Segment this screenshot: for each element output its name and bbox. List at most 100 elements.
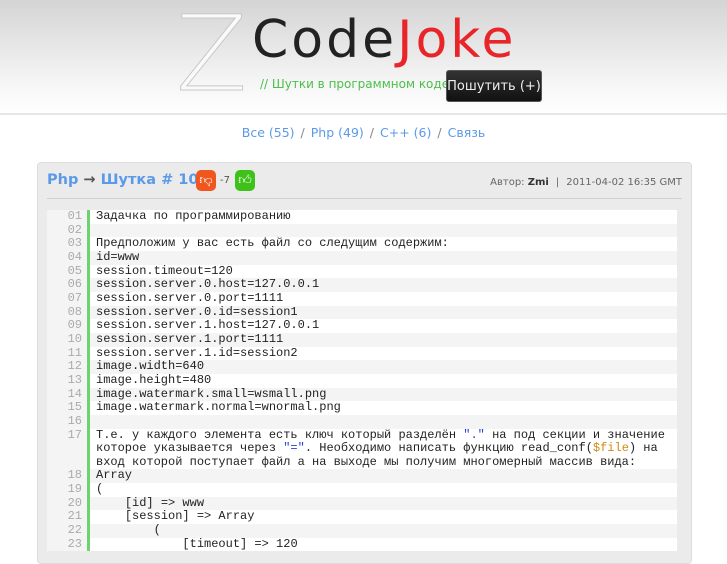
meta-separator: | [555,177,560,188]
code-text: ( [96,482,104,497]
post-date: 2011-04-02 16:35 GMT [566,177,682,188]
line-number: 19 [47,482,90,497]
code-line: 20 [id] => www [47,495,677,511]
line-text: session.timeout=120 [90,264,677,279]
line-text: session.server.1.host=127.0.0.1 [90,318,677,333]
line-text: session.server.1.id=session2 [90,345,677,361]
code-text: Задачка по программированию [96,209,291,223]
code-text: session.server.0.port=1111 [96,290,284,305]
code-line: 03 Предположим у вас есть файл со следущи… [47,236,677,251]
line-number: 17 [47,428,90,470]
code-line: 14 image.watermark.small=wsmall.png [47,386,677,402]
arrow: → [83,172,96,188]
line-number: 16 [47,414,90,429]
code-line: 07 session.server.0.port=1111 [47,290,677,306]
line-text: ( [90,482,677,497]
author: Zmi [527,177,549,188]
code-line: 13 image.height=480 [47,372,677,388]
code-text: Т.е. у каждого элемента есть ключ которы… [96,427,464,442]
line-number: 14 [47,387,90,402]
code-line: 08 session.server.0.id=session1 [47,305,677,320]
line-text: image.watermark.small=wsmall.png [90,386,677,402]
line-number: 02 [47,223,90,238]
code-line: 19 ( [47,482,677,497]
line-text: image.height=480 [90,372,677,388]
code-text: ( [96,523,161,538]
line-number: 21 [47,510,90,525]
code-line: 12 image.width=640 [47,359,677,374]
code-line: 10 session.server.1.port=1111 [47,331,677,347]
line-text: session.server.0.port=1111 [90,290,677,306]
code-line: 15 image.watermark.normal=wnormal.png [47,400,677,415]
line-number: 06 [47,278,90,292]
code-text: [timeout] => 120 [96,536,298,551]
thumbs-down-icon[interactable]: 👎︎ [196,170,216,191]
post-title: Php → Шутка # 104 [47,172,209,188]
brand-code: Code [252,10,398,70]
line-number: 09 [47,319,90,333]
joke-link[interactable]: Шутка # 104 [101,172,209,188]
line-number: 07 [47,291,90,306]
code-text: session.server.1.id=session2 [96,345,298,360]
code-text: image.height=480 [96,372,212,387]
line-text: session.server.0.host=127.0.0.1 [90,277,677,292]
nav-cpp[interactable]: C++ (6) [380,125,431,140]
nav-php[interactable]: Php (49) [311,125,364,140]
line-number: 12 [47,360,90,374]
code-text: session.server.1.host=127.0.0.1 [96,318,320,333]
code-line: 18 Array [47,469,677,484]
code-text: image.width=640 [96,359,205,374]
line-text: [session] => Array [90,510,677,524]
code-line: 21 [session] => Array [47,510,677,525]
code-text: Предположим у вас есть файл со следущим … [96,236,449,251]
line-text [90,415,677,429]
score: -7 [220,175,230,186]
category-link[interactable]: Php [47,172,78,188]
code-block: 01 Задачка по программированию 02 03 Предпо… [47,209,677,552]
line-number: 10 [47,332,90,347]
brand-logo[interactable]: CodeJoke [252,10,517,70]
line-text: image.width=640 [90,359,677,374]
line-text: Задачка по программированию [90,209,677,224]
code-line: 06 session.server.0.host=127.0.0.1 [47,277,677,292]
code-line: 05 session.timeout=120 [47,264,677,279]
nav-all[interactable]: Все (55) [242,125,295,140]
add-joke-button[interactable]: Пошутить (+) [446,70,542,102]
code-line: 02 [47,223,677,238]
author-label: Автор: [490,177,525,188]
line-text: session.server.1.port=1111 [90,331,677,347]
code-text: [id] => www [96,495,205,510]
line-text: Т.е. у каждого элемента есть ключ которы… [90,427,677,470]
line-number: 03 [47,237,90,251]
line-number: 01 [47,209,90,224]
line-number: 15 [47,401,90,415]
line-text: [id] => www [90,495,677,511]
code-text: id=www [96,249,140,264]
line-number: 08 [47,305,90,320]
nav-separator: / [437,125,442,140]
code-line: 16 [47,414,677,429]
code-line: 04 id=www [47,249,677,265]
brand-joke: Joke [397,10,517,70]
line-number: 13 [47,373,90,388]
code-line: 01 Задачка по программированию [47,209,677,224]
line-number: 18 [47,469,90,484]
line-text: Array [90,469,677,483]
code-text: Array [96,468,133,483]
code-text: . Необходимо написать функцию read_conf( [304,441,593,456]
line-number: 11 [47,346,90,361]
code-text: session.server.1.port=1111 [96,331,284,346]
nav-contact[interactable]: Связь [448,125,486,140]
string-literal: "=" [283,441,305,456]
code-line: 22 ( [47,523,677,538]
site-header: Z CodeJoke // Шутки в программном коде П… [0,0,727,115]
line-number: 05 [47,264,90,279]
code-text: image.watermark.small=wsmall.png [96,386,327,401]
code-line: 11 session.server.1.id=session2 [47,345,677,361]
thumbs-up-icon[interactable]: 👍︎ [235,170,255,191]
category-nav: Все (55) / Php (49) / C++ (6) / Связь [0,125,727,140]
joke-panel: Php → Шутка # 104 👎︎ -7 👍︎ Автор: Zmi | 20… [37,162,692,564]
line-number: 20 [47,496,90,511]
